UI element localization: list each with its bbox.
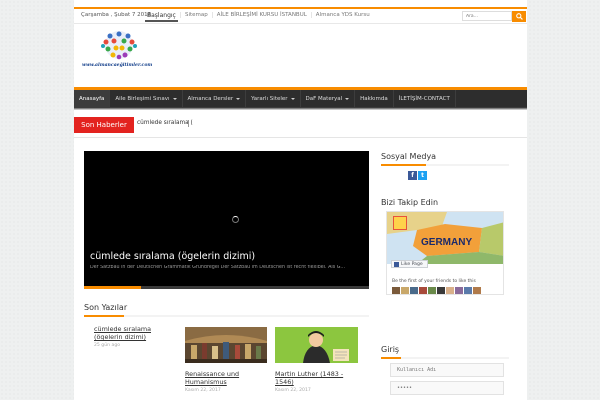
current-date: Çarşamba , Şubat 7 2018 [81,12,152,18]
title-accent [381,357,401,359]
post-thumbnail-renaissance[interactable] [185,327,267,363]
social-underline [381,164,509,166]
avatar[interactable] [410,287,418,294]
facebook-page-widget[interactable]: GERMANY Like Page Be the first of your f… [386,211,504,295]
nav-item-label: Aile Birleşimi Sınavı [115,95,170,102]
recent-post-3: Martin Luther (1483 -1546) Kasım 22, 201… [275,370,358,393]
search-icon [515,13,523,20]
caret-down-icon [290,97,295,100]
avatar[interactable] [464,287,472,294]
featured-slider[interactable]: cümlede sıralama (ögelerin dizimi) Der S… [84,151,369,289]
logo-url-text: www.almancaeğitimler.com [82,63,153,68]
renaissance-painting-image [185,327,267,363]
username-input[interactable] [390,363,504,377]
nav-item-label: İLETİŞİM-CONTACT [398,95,450,102]
password-input[interactable] [390,381,504,395]
nav-shadow [74,107,527,110]
breaking-news-text[interactable]: cümlede sıralama ( [137,120,193,126]
top-link-aile-birlesimi[interactable]: AİLE BİRLEŞİMİ KURSU İSTANBUL [211,12,311,18]
nav-item-aile-birlesimi[interactable]: Aile Birleşimi Sınavı [110,90,183,107]
avatar[interactable] [455,287,463,294]
facebook-icon[interactable]: f [408,171,417,180]
martin-luther-illustration-image [275,327,358,363]
loading-spinner-icon [232,216,239,223]
nav-item-label: DaF Materyal [305,95,343,102]
search-button[interactable] [512,11,526,22]
login-title: Giriş [381,345,400,354]
top-link-sitemap[interactable]: Sitemap [180,12,212,18]
caret-down-icon [172,97,177,100]
avatar[interactable] [428,287,436,294]
nav-item-hakkimda[interactable]: Hakkımda [355,90,394,107]
top-links: Sitemap AİLE BİRLEŞİMİ KURSU İSTANBUL Al… [180,12,374,18]
recent-post-1: cümlede sıralama (ögelerin dizimi) 25 gün… [94,325,179,348]
slider-title[interactable]: cümlede sıralama (ögelerin dizimi) [90,251,365,262]
nav-item-label: Yararlı Siteler [251,95,288,102]
slider-progress-fill [84,286,141,289]
post-thumbnail-martin-luther[interactable] [275,327,358,363]
site-logo[interactable]: www.almancaeğitimler.com [80,30,158,74]
post-title[interactable]: Renaissance und Humanismus [185,370,267,386]
facebook-friend-avatars [392,287,481,294]
germany-map-image: GERMANY [387,212,503,264]
top-link-yds[interactable]: Almanca YDS Kursu [310,12,374,18]
page-container: Çarşamba , Şubat 7 2018 Başlangıç Sitema… [74,0,527,400]
nav-item-yararli-siteler[interactable]: Yararlı Siteler [246,90,301,107]
slider-caption: cümlede sıralama (ögelerin dizimi) Der S… [90,251,365,271]
divider [74,137,527,138]
follow-us-title: Bizi Takip Edin [381,198,439,207]
nav-item-almanca-dersler[interactable]: Almanca Dersler [183,90,247,107]
breaking-news-label: Son Haberler [74,117,134,133]
search-input[interactable] [462,11,512,21]
recent-posts-title: Son Yazılar [84,303,128,312]
nav-item-anasayfa[interactable]: Anasayfa [74,90,111,107]
twitter-icon[interactable]: t [418,171,427,180]
nav-item-iletisim[interactable]: İLETİŞİM-CONTACT [394,90,456,107]
social-icons: f t [408,171,427,180]
facebook-small-icon [394,261,399,267]
recent-post-2: Renaissance und Humanismus Kasım 22, 2017 [185,370,267,393]
caret-down-icon [236,97,241,100]
facebook-cover-image: GERMANY [387,212,503,264]
nav-item-label: Almanca Dersler [187,95,234,102]
avatar[interactable] [446,287,454,294]
ticker-cursor [188,120,189,127]
avatar[interactable] [401,287,409,294]
top-bar: Çarşamba , Şubat 7 2018 Başlangıç Sitema… [74,7,527,24]
post-date: Kasım 22, 2017 [275,388,311,393]
nav-item-label: Anasayfa [79,95,105,102]
slider-progress [84,286,369,289]
nav-item-daf-materyal[interactable]: DaF Materyal [301,90,356,107]
title-accent [381,164,426,166]
main-navigation: Anasayfa Aile Birleşimi Sınavı Almanca D… [74,87,527,107]
slider-excerpt: Der Satzbau in der Deutschen Grammatik G… [90,265,346,270]
nav-item-label: Hakkımda [360,95,388,102]
like-label: Like Page [401,261,423,267]
home-link[interactable]: Başlangıç [145,11,178,22]
avatar[interactable] [392,287,400,294]
caret-down-icon [345,97,350,100]
recent-posts-underline [84,315,369,317]
facebook-like-button[interactable]: Like Page [391,260,428,268]
facebook-first-friends-text: Be the first of your friends to like thi… [392,279,476,284]
globe-people-icon [101,31,137,60]
title-accent [84,315,124,317]
avatar[interactable] [437,287,445,294]
post-title[interactable]: Martin Luther (1483 -1546) [275,370,358,386]
post-date: 25 gün ago [94,343,121,348]
social-media-title: Sosyal Medya [381,152,437,161]
login-underline [381,357,509,359]
map-label: GERMANY [421,237,472,248]
avatar[interactable] [473,287,481,294]
post-date: Kasım 22, 2017 [185,388,221,393]
avatar[interactable] [419,287,427,294]
post-title[interactable]: cümlede sıralama (ögelerin dizimi) [94,325,179,341]
